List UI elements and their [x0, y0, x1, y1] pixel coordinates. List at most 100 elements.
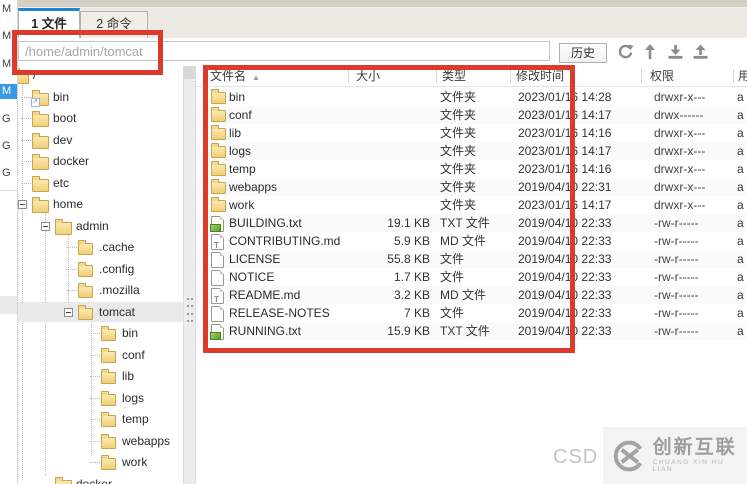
tree-node-dot-mozilla[interactable]: .mozilla: [18, 281, 183, 301]
side-strip-item[interactable]: G: [0, 166, 17, 181]
side-strip-item[interactable]: G: [0, 112, 17, 127]
tree-expander-minus-icon[interactable]: [41, 222, 50, 231]
history-button[interactable]: 历史: [559, 43, 607, 63]
tree-node-lib[interactable]: lib: [18, 367, 183, 387]
table-row[interactable]: NOTICE 1.7 KB 文件 2019/04/10 22:33 -rw-r-----…: [196, 268, 747, 286]
folder-icon: [101, 348, 116, 363]
column-header-owner[interactable]: 用: [738, 66, 747, 86]
up-arrow-icon[interactable]: [641, 43, 659, 61]
table-row[interactable]: temp 文件夹 2023/01/16 14:16 drwxr-x--- a: [196, 160, 747, 178]
column-header-size[interactable]: 大小: [356, 66, 380, 86]
tree-expander-minus-icon[interactable]: [18, 200, 27, 209]
tree-node-dev[interactable]: dev: [18, 131, 183, 151]
path-input[interactable]: [18, 41, 550, 61]
file-size-cell: 1.7 KB: [393, 270, 430, 284]
tree-node-label: boot: [53, 111, 77, 125]
file-type-cell: 文件: [440, 306, 465, 320]
file-name-cell: bin: [229, 90, 246, 104]
table-row[interactable]: README.md 3.2 KB MD 文件 2019/04/10 22:33 -rw-…: [196, 286, 747, 309]
tree-node-temp[interactable]: temp: [18, 410, 183, 430]
tree-node-bin[interactable]: ↗ bin: [18, 88, 183, 108]
file-owner-cell: a: [737, 270, 744, 284]
tree-node-webapps[interactable]: webapps: [18, 432, 183, 452]
tree-node-conf[interactable]: conf: [18, 346, 183, 366]
table-row[interactable]: logs 文件夹 2023/01/16 14:17 drwxr-x--- a: [196, 142, 747, 160]
tree-node-work[interactable]: work: [18, 453, 183, 473]
file-file-icon: [211, 270, 224, 286]
tab-files[interactable]: 1 文件: [18, 8, 80, 38]
tree-node-label: .cache: [99, 240, 135, 254]
file-perms-cell: -rw-r-----: [654, 234, 699, 248]
folder-icon: [78, 240, 93, 255]
download-icon[interactable]: [666, 43, 684, 61]
file-name-cell: LICENSE: [229, 252, 281, 266]
tree-node-docker[interactable]: docker: [18, 475, 183, 484]
file-perms-cell: drwxr-x---: [654, 162, 706, 176]
tree-connector-stub: [90, 419, 100, 420]
watermark-logo-title: 创新互联: [652, 437, 737, 458]
tree-node-tomcat[interactable]: tomcat: [0, 302, 200, 323]
directory-tree: / ↗ bin boot dev docker etc home admin .cache .con…: [0, 66, 200, 484]
folder-icon: [101, 369, 116, 384]
table-row[interactable]: work 文件夹 2023/01/16 14:17 drwxr-x--- a: [196, 196, 747, 214]
tree-node-boot[interactable]: boot: [18, 109, 183, 129]
file-mtime-cell: 2019/04/10 22:33: [518, 270, 612, 284]
tree-node-label: bin: [53, 90, 70, 104]
tab-commands[interactable]: 2 命令: [80, 11, 148, 38]
tree-connector-stub: [90, 462, 100, 463]
file-file-icon: [211, 306, 224, 322]
file-name-cell: conf: [229, 108, 252, 122]
tree-node-etc[interactable]: etc: [18, 174, 183, 194]
table-row[interactable]: webapps 文件夹 2019/04/10 22:31 drwxr-x--- a: [196, 178, 747, 196]
table-row[interactable]: LICENSE 55.8 KB 文件 2019/04/10 22:33 -rw-r---…: [196, 250, 747, 268]
file-perms-cell: drwxr-x---: [654, 180, 706, 194]
tree-node-/[interactable]: /: [12, 66, 183, 86]
column-header-type[interactable]: 类型: [442, 66, 466, 86]
file-type-cell: 文件夹: [440, 162, 477, 176]
upload-icon[interactable]: [691, 43, 709, 61]
table-row[interactable]: RELEASE-NOTES 7 KB 文件 2019/04/10 22:33 -rw-r…: [196, 304, 747, 322]
file-owner-cell: a: [737, 216, 744, 230]
file-perms-cell: drwxr-x---: [654, 90, 706, 104]
tree-node-label: tomcat: [99, 305, 136, 319]
table-row[interactable]: bin 文件夹 2023/01/16 14:28 drwxr-x--- a: [196, 88, 747, 106]
tree-node-dot-config[interactable]: .config: [18, 260, 183, 280]
symlink-arrow-icon: ↗: [31, 98, 40, 107]
side-strip-item[interactable]: M: [0, 57, 17, 72]
tree-node-label: logs: [122, 391, 145, 405]
panel-splitter[interactable]: [183, 66, 196, 484]
tree-node-home[interactable]: home: [18, 195, 183, 215]
tree-node-bin[interactable]: bin: [18, 324, 183, 344]
tree-node-admin[interactable]: admin: [18, 217, 183, 237]
tree-node-label: docker: [53, 154, 90, 168]
column-header-perms[interactable]: 权限: [650, 66, 674, 86]
table-row[interactable]: lib 文件夹 2023/01/16 14:16 drwxr-x--- a: [196, 124, 747, 142]
table-row[interactable]: conf 文件夹 2023/01/16 14:17 drwx------ a: [196, 106, 747, 124]
file-mtime-cell: 2019/04/10 22:33: [518, 216, 612, 230]
table-row[interactable]: RUNNING.txt 15.9 KB TXT 文件 2019/04/10 22:33…: [196, 322, 747, 340]
side-strip-item[interactable]: G: [0, 139, 17, 154]
file-owner-cell: a: [737, 108, 744, 122]
table-row[interactable]: CONTRIBUTING.md 5.9 KB MD 文件 2019/04/10 22:…: [196, 232, 747, 255]
file-type-cell: 文件夹: [440, 144, 477, 158]
refresh-icon[interactable]: [616, 43, 634, 61]
side-strip-item[interactable]: M: [0, 29, 17, 44]
table-row[interactable]: BUILDING.txt 19.1 KB TXT 文件 2019/04/10 22:3…: [196, 214, 747, 232]
tree-connector-stub: [21, 118, 31, 119]
side-strip-item[interactable]: M: [0, 2, 17, 17]
splitter-collapse-handle[interactable]: [184, 66, 195, 79]
file-type-cell: TXT 文件: [440, 324, 490, 338]
column-header-name[interactable]: 文件名 ▲: [210, 66, 260, 86]
file-name-cell: CONTRIBUTING.md: [229, 234, 341, 248]
tree-node-label: bin: [122, 326, 139, 340]
csd-watermark-text: CSD: [553, 446, 599, 468]
side-strip-item[interactable]: M: [0, 84, 17, 100]
tree-expander-minus-icon[interactable]: [64, 308, 73, 317]
tree-node-dot-cache[interactable]: .cache: [18, 238, 183, 258]
tree-node-docker[interactable]: docker: [18, 152, 183, 172]
file-name-cell: BUILDING.txt: [229, 216, 302, 230]
file-mtime-cell: 2023/01/16 14:17: [518, 198, 612, 212]
column-header-mtime[interactable]: 修改时间: [516, 66, 564, 86]
tree-node-logs[interactable]: logs: [18, 389, 183, 409]
tree-node-label: .config: [99, 262, 135, 276]
